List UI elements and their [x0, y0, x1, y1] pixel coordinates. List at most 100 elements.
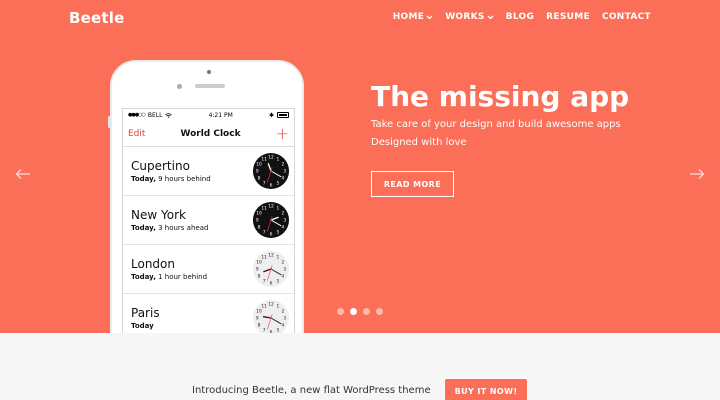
svg-text:9: 9	[256, 316, 259, 322]
slider-dot[interactable]	[337, 308, 344, 315]
svg-text:3: 3	[283, 267, 286, 273]
phone-side-button	[108, 116, 111, 128]
slider-dot[interactable]	[350, 308, 357, 315]
analog-clock-icon: 1234567891011 12	[252, 152, 290, 190]
svg-text:2: 2	[282, 260, 285, 266]
svg-text:2: 2	[282, 162, 285, 168]
nav-item-label: BLOG	[505, 12, 535, 22]
add-clock-button[interactable]: +	[276, 125, 289, 142]
hero-subtitle: Take care of your design and build aweso…	[371, 119, 621, 130]
edit-button[interactable]: Edit	[128, 129, 145, 139]
svg-text:6: 6	[270, 182, 273, 188]
nav-item-home[interactable]: HOME	[393, 12, 434, 22]
arrow-left-icon[interactable]	[15, 168, 31, 180]
promo-text: Introducing Beetle, a new flat WordPress…	[192, 385, 431, 396]
status-right: ✱	[269, 112, 289, 119]
day-label: Today,	[131, 175, 156, 183]
svg-text:7: 7	[263, 180, 266, 186]
carrier-name: BELL	[147, 111, 163, 119]
time-offset: 9 hours behind	[158, 175, 211, 183]
hero-tagline: Designed with love	[371, 137, 467, 148]
battery-icon	[276, 112, 289, 118]
city-name: London	[131, 257, 175, 271]
site-logo[interactable]: Beetle	[69, 9, 124, 27]
hero-title: The missing app	[371, 80, 630, 113]
svg-text:12: 12	[268, 253, 274, 259]
day-label: Today,	[131, 224, 156, 232]
phone-mockup: ●●●○○ BELL 4:21 PM ✱ Edit World Clock + …	[108, 60, 304, 333]
analog-clock-icon: 1234567891011 12	[252, 299, 290, 333]
slider-pagination	[337, 308, 383, 315]
svg-text:12: 12	[268, 302, 274, 308]
svg-text:8: 8	[258, 175, 261, 181]
nav-item-blog[interactable]: BLOG	[506, 12, 535, 22]
svg-text:8: 8	[258, 322, 261, 328]
bluetooth-icon: ✱	[268, 111, 274, 119]
clock-row[interactable]: London Today, 1 hour behind 1 2 3 4 5 6 7 8 9 10 1…	[123, 245, 294, 294]
nav-item-label: CONTACT	[601, 12, 651, 22]
time-offset: 3 hours ahead	[158, 224, 209, 232]
day-label: Today	[131, 322, 154, 330]
svg-text:2: 2	[282, 309, 285, 315]
clock-row[interactable]: New York Today, 3 hours ahead 1234567891…	[123, 196, 294, 245]
world-clock-header: Edit World Clock +	[123, 121, 294, 147]
phone-sensor	[177, 84, 182, 89]
svg-text:1: 1	[276, 255, 279, 261]
city-name: Cupertino	[131, 159, 190, 173]
svg-text:4: 4	[282, 224, 285, 230]
svg-text:6: 6	[270, 231, 273, 237]
svg-text:11: 11	[261, 157, 267, 163]
hero-section: Beetle HOME WORKS BLOG RESUME CONTACT ●●…	[0, 0, 720, 333]
city-name: Paris	[131, 306, 160, 320]
nav-item-label: RESUME	[546, 12, 590, 22]
signal-dots-icon: ●●●○○	[128, 112, 146, 118]
nav-item-label: WORKS	[445, 12, 485, 22]
svg-text:1: 1	[276, 157, 279, 163]
svg-text:3: 3	[283, 316, 286, 322]
svg-text:7: 7	[263, 278, 266, 284]
read-more-button[interactable]: READ MORE	[371, 171, 454, 197]
svg-text:2: 2	[282, 211, 285, 217]
slider-dot[interactable]	[363, 308, 370, 315]
analog-clock-icon: 1234567891011 12	[252, 250, 290, 288]
phone-speaker	[195, 84, 225, 88]
svg-text:12: 12	[268, 155, 274, 161]
phone-status-bar: ●●●○○ BELL 4:21 PM ✱	[123, 109, 294, 121]
clock-row[interactable]: Cupertino Today, 9 hours behind 12345678…	[123, 147, 294, 196]
nav-item-works[interactable]: WORKS	[445, 12, 494, 22]
svg-text:3: 3	[283, 218, 286, 224]
nav-item-label: HOME	[392, 12, 425, 22]
svg-text:5: 5	[276, 229, 279, 235]
chevron-down-icon	[426, 15, 433, 19]
status-time: 4:21 PM	[208, 111, 233, 119]
nav-item-contact[interactable]: CONTACT	[602, 12, 651, 22]
slider-dot[interactable]	[376, 308, 383, 315]
signal-indicator: ●●●○○ BELL	[128, 111, 173, 119]
buy-now-button[interactable]: BUY IT NOW!	[445, 379, 527, 400]
svg-text:3: 3	[283, 169, 286, 175]
svg-text:5: 5	[276, 278, 279, 284]
svg-text:11: 11	[261, 255, 267, 261]
nav-item-resume[interactable]: RESUME	[546, 12, 590, 22]
svg-text:6: 6	[270, 280, 273, 286]
chevron-down-icon	[487, 15, 494, 19]
main-nav: HOME WORKS BLOG RESUME CONTACT	[393, 12, 651, 22]
svg-text:12: 12	[268, 204, 274, 210]
svg-text:9: 9	[256, 267, 259, 273]
svg-text:9: 9	[256, 169, 259, 175]
city-name: New York	[131, 208, 186, 222]
time-offset: 1 hour behind	[158, 273, 208, 281]
analog-clock-icon: 1234567891011 12	[252, 201, 290, 239]
phone-screen: ●●●○○ BELL 4:21 PM ✱ Edit World Clock + …	[122, 108, 295, 333]
svg-text:1: 1	[276, 206, 279, 212]
clock-row[interactable]: Paris Today 1 2 3 4 5 6 7 8 9 10 11 12	[123, 294, 294, 333]
svg-text:11: 11	[261, 206, 267, 212]
phone-camera	[207, 70, 211, 74]
arrow-right-icon[interactable]	[689, 168, 705, 180]
svg-text:9: 9	[256, 218, 259, 224]
day-label: Today,	[131, 273, 156, 281]
svg-text:4: 4	[282, 175, 285, 181]
svg-text:1: 1	[276, 304, 279, 310]
svg-text:11: 11	[261, 304, 267, 310]
wifi-icon	[165, 112, 173, 118]
